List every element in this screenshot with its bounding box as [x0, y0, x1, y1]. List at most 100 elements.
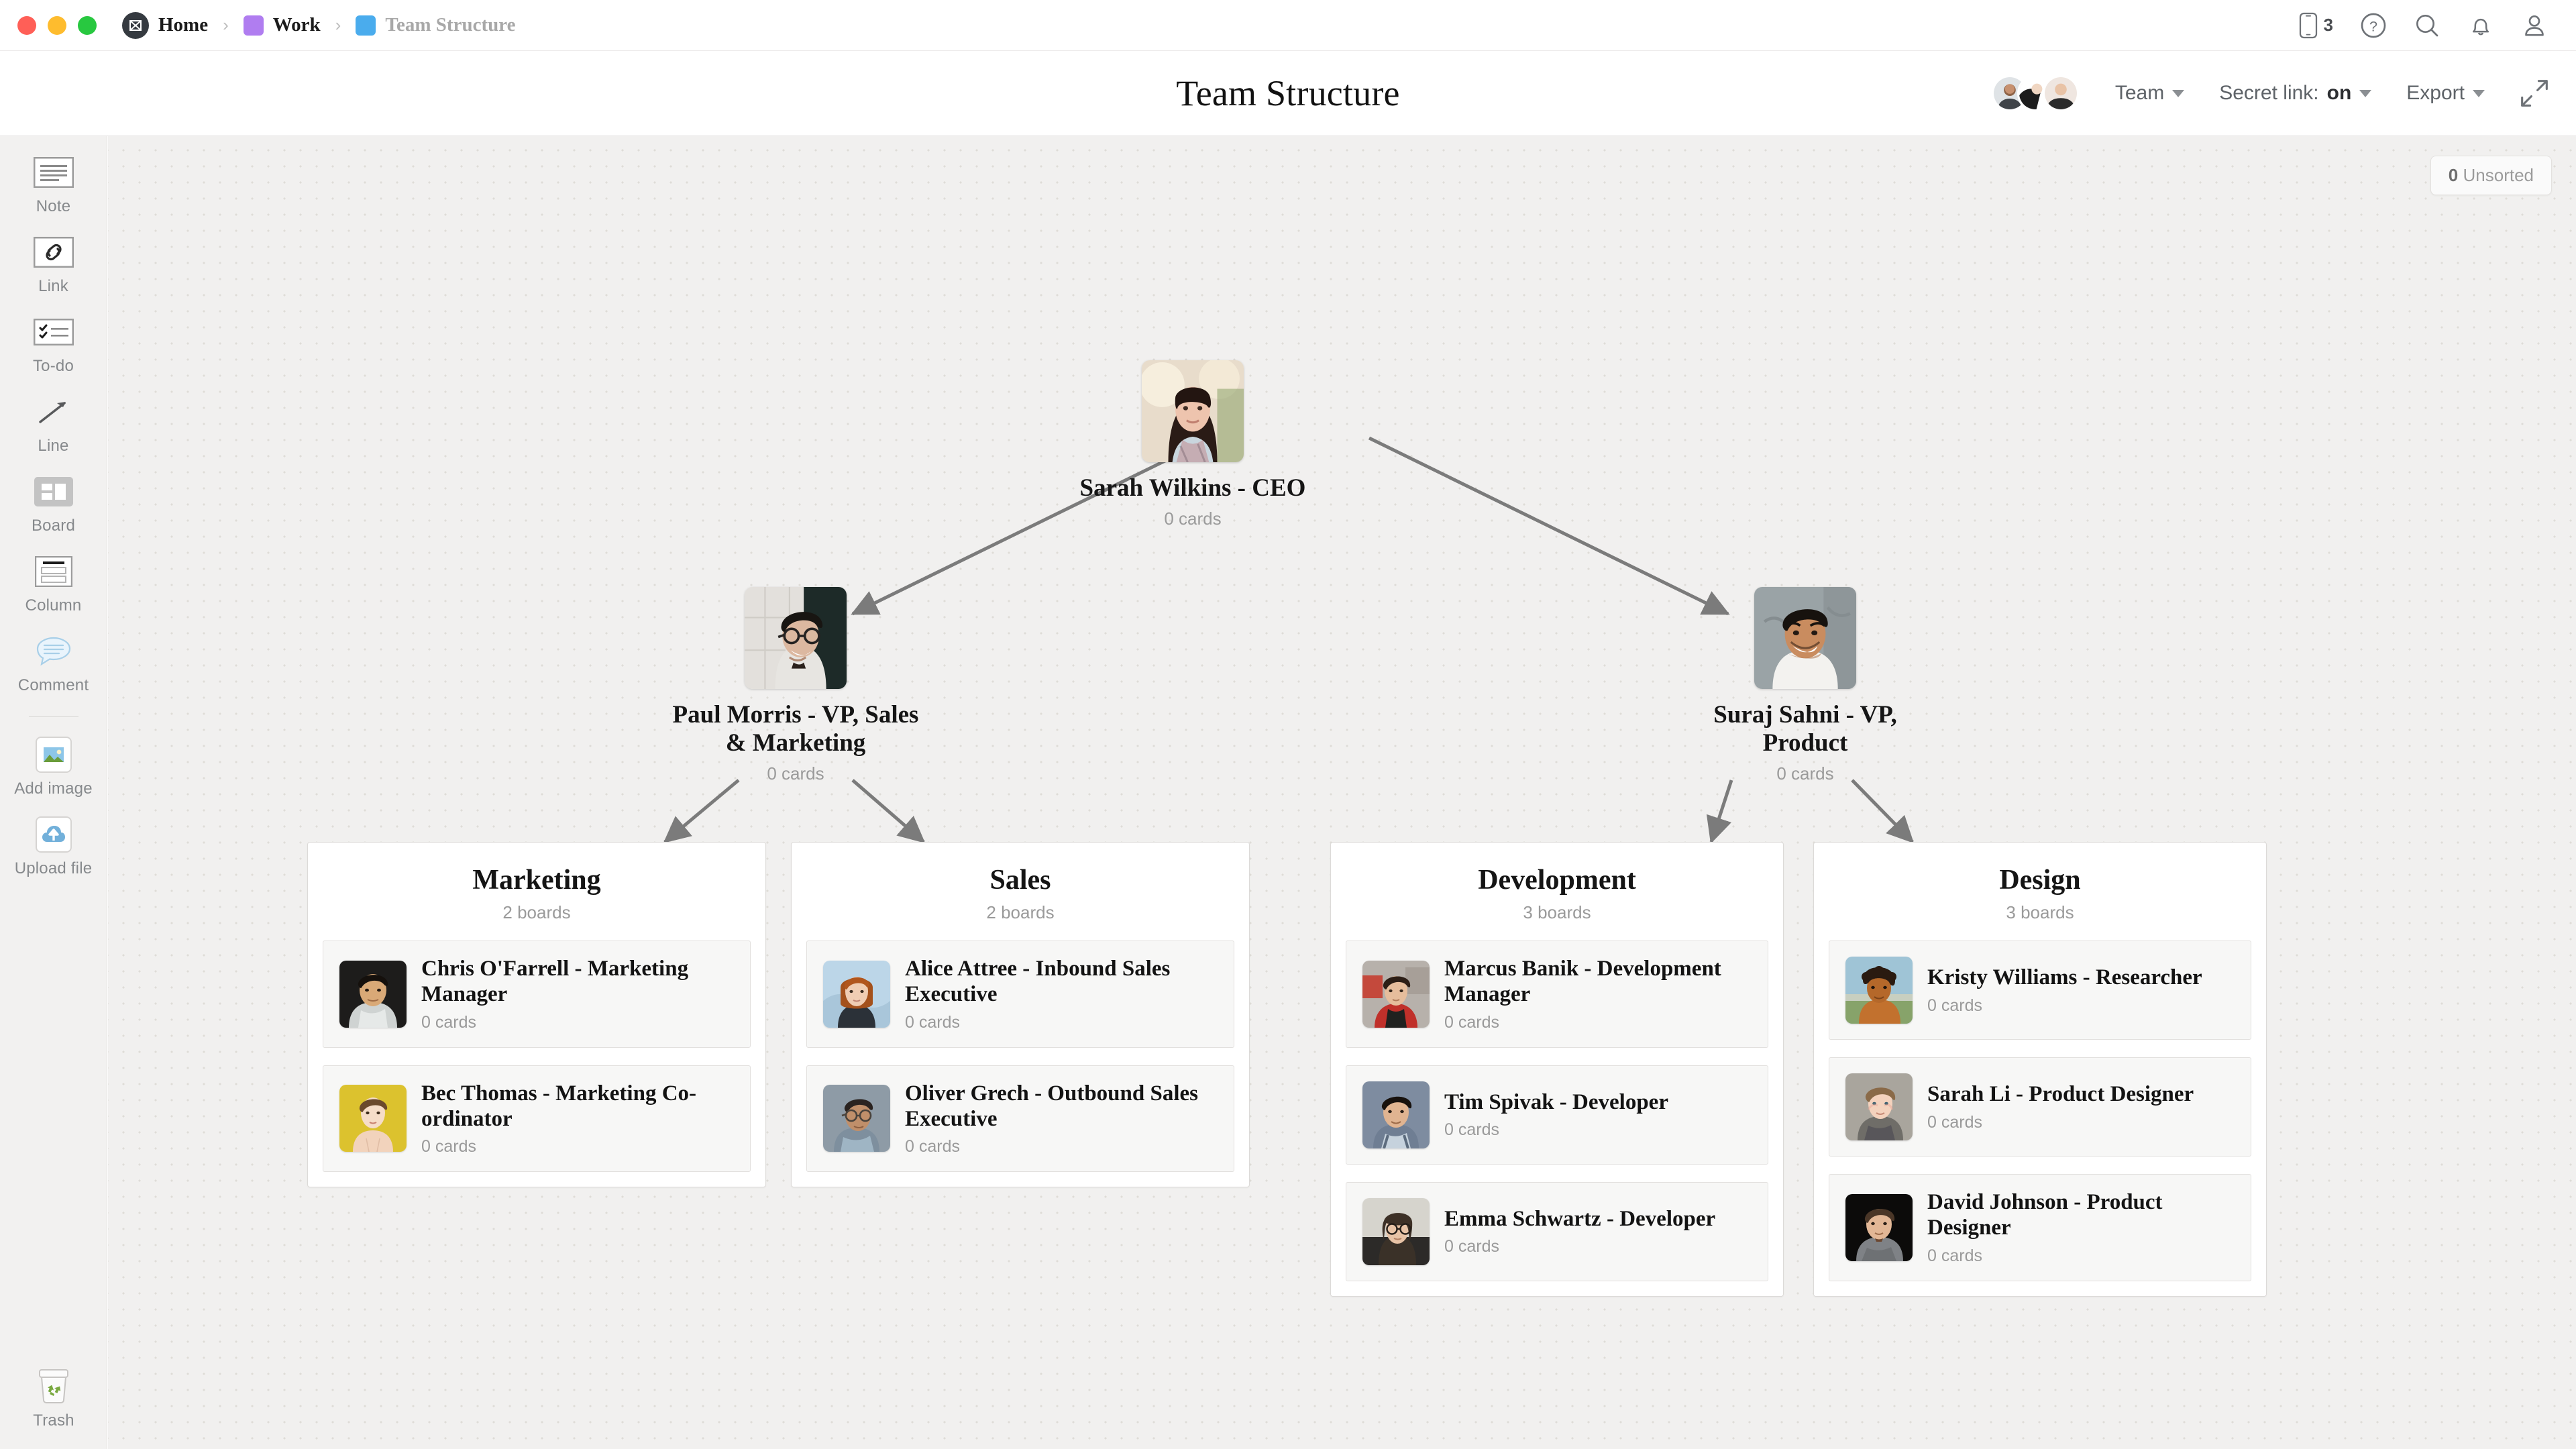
window-traffic-lights: [0, 15, 97, 35]
tool-upload-file[interactable]: Upload file: [0, 816, 107, 878]
tool-add-image[interactable]: Add image: [0, 736, 107, 798]
avatar: [1362, 1197, 1430, 1265]
tool-column[interactable]: Column: [0, 553, 107, 615]
expand-icon[interactable]: [2502, 78, 2549, 108]
avatar: [1845, 1193, 1913, 1261]
mobile-icon[interactable]: 3: [2297, 12, 2333, 39]
board-card-name: Chris O'Farrell - Marketing Manager: [421, 957, 689, 1007]
board-canvas[interactable]: 0 Unsorted Sarah Wilkins - CEO 0 cards P…: [108, 136, 2576, 1449]
chevron-down-icon: [2172, 89, 2185, 97]
board-group-marketing[interactable]: Marketing 2 boards Chris O'Farrell - Mar…: [307, 842, 766, 1188]
org-node-ceo[interactable]: Sarah Wilkins - CEO 0 cards: [1065, 360, 1320, 529]
board-card-name: Oliver Grech - Outbound Sales Executive: [905, 1081, 1198, 1131]
column-icon: [34, 553, 72, 590]
avatar: [745, 587, 847, 689]
board-card-count: 0 cards: [421, 1137, 476, 1157]
unsorted-count: 0: [2448, 165, 2459, 185]
collaborator-avatars[interactable]: [1991, 75, 2079, 111]
board-card[interactable]: Oliver Grech - Outbound Sales Executive …: [806, 1065, 1234, 1173]
board-card-body: David Johnson - Product Designer 0 cards: [1927, 1189, 2235, 1266]
board-card-name: Alice Attree - Inbound Sales Executive: [905, 957, 1171, 1007]
board-group-sales[interactable]: Sales 2 boards Alice Attree - Inbound Sa…: [791, 842, 1250, 1188]
tool-line[interactable]: Line: [0, 393, 107, 455]
tool-todo[interactable]: To-do: [0, 313, 107, 376]
tool-trash[interactable]: Trash: [0, 1368, 107, 1430]
link-icon: [33, 233, 74, 271]
left-toolbar: Note Link To-do Line Board Column Commen…: [0, 136, 107, 1449]
color-swatch-icon-work: [243, 15, 264, 36]
board-card-body: Chris O'Farrell - Marketing Manager 0 ca…: [421, 956, 734, 1032]
board-card[interactable]: Emma Schwartz - Developer 0 cards: [1346, 1181, 1768, 1281]
board-card[interactable]: Marcus Banik - Development Manager 0 car…: [1346, 941, 1768, 1048]
tool-board[interactable]: Board: [0, 473, 107, 535]
board-card-body: Oliver Grech - Outbound Sales Executive …: [905, 1081, 1218, 1157]
mobile-badge-count: 3: [2323, 15, 2333, 35]
maximize-window-button[interactable]: [78, 15, 97, 35]
tool-link[interactable]: Link: [0, 233, 107, 296]
avatar: [339, 1085, 407, 1152]
document-header-bar: Team Structure Team Secret link: on Expo…: [0, 51, 2576, 136]
tool-comment-label: Comment: [17, 676, 89, 694]
minimize-window-button[interactable]: [48, 15, 66, 35]
tool-trash-label: Trash: [33, 1411, 74, 1430]
avatar: [1845, 957, 1913, 1024]
trash-icon: [34, 1368, 73, 1405]
secret-link-dropdown[interactable]: Secret link: on: [2202, 82, 2389, 105]
add-image-icon: [35, 736, 72, 773]
board-card-name: Kristy Williams - Researcher: [1927, 965, 2202, 990]
upload-file-icon: [35, 816, 72, 853]
board-card-name: Tim Spivak - Developer: [1444, 1089, 1668, 1114]
board-group-development[interactable]: Development 3 boards Marcus Banik - Deve…: [1330, 842, 1784, 1297]
board-card[interactable]: Kristy Williams - Researcher 0 cards: [1829, 941, 2251, 1040]
color-swatch-icon-team-structure: [356, 15, 376, 36]
board-card-name: Sarah Li - Product Designer: [1927, 1082, 2194, 1107]
avatar: [1362, 1081, 1430, 1148]
board-card[interactable]: Alice Attree - Inbound Sales Executive 0…: [806, 941, 1234, 1048]
tool-note-label: Note: [36, 197, 71, 215]
comment-icon: [34, 633, 74, 670]
notifications-icon[interactable]: [2467, 12, 2494, 39]
org-node-name: Suraj Sahni - VP, Product: [1713, 701, 1897, 757]
team-dropdown[interactable]: Team: [2098, 82, 2202, 105]
unsorted-badge[interactable]: 0 Unsorted: [2430, 156, 2552, 195]
breadcrumb-item-home[interactable]: Home: [122, 11, 208, 39]
org-node-vp-sales-marketing[interactable]: Paul Morris - VP, Sales & Marketing 0 ca…: [668, 587, 923, 784]
tool-board-label: Board: [31, 517, 76, 535]
account-icon[interactable]: [2521, 12, 2548, 39]
board-card[interactable]: David Johnson - Product Designer 0 cards: [1829, 1174, 2251, 1281]
org-node-cards: 0 cards: [767, 763, 824, 784]
breadcrumb-item-work[interactable]: Work: [243, 14, 321, 36]
board-group-design[interactable]: Design 3 boards Kristy Williams - Resear…: [1813, 842, 2267, 1297]
board-title: Sales: [989, 865, 1051, 896]
board-card-body: Emma Schwartz - Developer 0 cards: [1444, 1206, 1752, 1256]
board-title: Development: [1478, 865, 1636, 896]
toolbar-divider: [28, 716, 78, 717]
board-subtitle: 2 boards: [502, 902, 571, 922]
tool-column-label: Column: [25, 596, 82, 614]
board-card[interactable]: Tim Spivak - Developer 0 cards: [1346, 1065, 1768, 1165]
breadcrumb-item-team-structure[interactable]: Team Structure: [356, 14, 515, 36]
board-card[interactable]: Bec Thomas - Marketing Co-ordinator 0 ca…: [323, 1065, 751, 1173]
board-card[interactable]: Sarah Li - Product Designer 0 cards: [1829, 1057, 2251, 1157]
help-icon[interactable]: ?: [2360, 12, 2387, 39]
export-dropdown[interactable]: Export: [2389, 82, 2502, 105]
tool-add-image-label: Add image: [14, 780, 93, 798]
avatar: [339, 960, 407, 1028]
chevron-down-icon: [2473, 89, 2485, 97]
board-card-name: Bec Thomas - Marketing Co-ordinator: [421, 1081, 697, 1131]
board-card[interactable]: Chris O'Farrell - Marketing Manager 0 ca…: [323, 941, 751, 1048]
unsorted-label: Unsorted: [2463, 165, 2534, 185]
avatar: [823, 960, 890, 1028]
export-dropdown-label: Export: [2406, 82, 2465, 104]
tool-note[interactable]: Note: [0, 154, 107, 216]
org-node-vp-product[interactable]: Suraj Sahni - VP, Product 0 cards: [1671, 587, 1939, 784]
board-card-body: Marcus Banik - Development Manager 0 car…: [1444, 956, 1752, 1032]
search-icon[interactable]: [2414, 12, 2440, 39]
avatar: [1754, 587, 1856, 689]
org-node-cards: 0 cards: [1164, 508, 1222, 529]
tool-upload-file-label: Upload file: [14, 859, 93, 877]
avatar: [1845, 1073, 1913, 1140]
close-window-button[interactable]: [17, 15, 36, 35]
tool-comment[interactable]: Comment: [0, 633, 107, 695]
team-dropdown-label: Team: [2114, 82, 2165, 104]
